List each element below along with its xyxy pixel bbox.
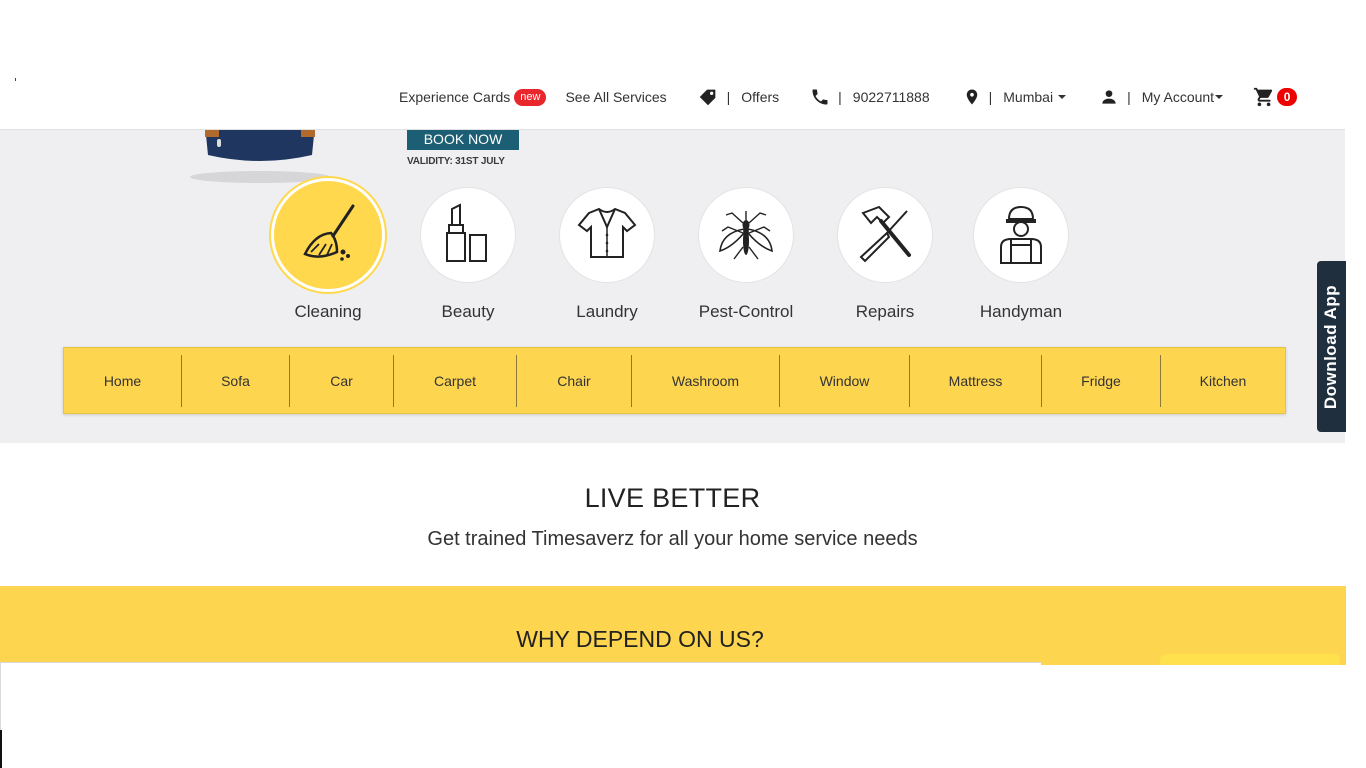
subcategory-chair[interactable]: Chair [517,354,632,407]
validity-text: VALIDITY: 31ST JULY [407,156,505,167]
subcategory-washroom[interactable]: Washroom [632,354,780,407]
service-label: Cleaning [294,302,362,321]
separator: | [726,89,731,105]
section-subtitle: Get trained Timesaverz for all your home… [427,528,918,550]
subcategory-mattress[interactable]: Mattress [910,354,1042,407]
subcategory-sofa[interactable]: Sofa [182,354,290,407]
section-title: LIVE BETTER [584,483,761,513]
location-pin-icon [966,89,977,105]
account-label: My Account [1141,89,1215,105]
subcategory-fridge[interactable]: Fridge [1042,354,1161,407]
separator: | [838,89,842,105]
service-cleaning[interactable]: Cleaning [258,178,398,322]
subcategory-home[interactable]: Home [64,354,182,407]
service-label: Repairs [855,302,915,321]
service-repairs[interactable]: Repairs [815,178,955,322]
cleaning-bucket-image [190,125,330,183]
service-label: Pest-Control [698,302,794,321]
hammer-screwdriver-icon [837,187,933,283]
edge-mark [0,730,2,768]
subcategory-window[interactable]: Window [780,354,910,407]
user-icon [1102,90,1116,104]
phone-number: 9022711888 [852,89,930,105]
service-label: Handyman [979,302,1063,321]
city-label: Mumbai [1003,89,1054,105]
phone-link[interactable]: | 9022711888 [810,87,930,107]
service-label: Laundry [576,302,638,321]
download-app-label: Download App [1321,284,1341,409]
service-label: Beauty [441,302,495,321]
new-badge: new [514,88,547,106]
live-better-section: LIVE BETTER Get trained Timesaverz for a… [0,443,1345,551]
service-beauty[interactable]: Beauty [398,178,538,322]
separator: | [1127,89,1131,105]
broom-icon [271,178,385,292]
subcategory-kitchen[interactable]: Kitchen [1161,355,1285,407]
see-all-services-label: See All Services [565,89,667,105]
bottom-blank-area [1041,665,1366,768]
phone-icon [812,89,828,105]
logo-placeholder [15,78,16,81]
cart-icon [1253,87,1273,107]
chevron-down-icon [1215,95,1224,99]
cart-button[interactable]: 0 [1253,86,1298,108]
city-selector[interactable]: | Mumbai [963,87,1067,107]
account-menu[interactable]: | My Account [1099,87,1224,107]
bottom-popup-panel [0,662,1041,768]
mosquito-icon [698,187,794,283]
cleaning-subcategory-bar: Home Sofa Car Carpet Chair Washroom Wind… [63,347,1286,414]
shirt-icon [559,187,655,283]
service-handyman[interactable]: Handyman [951,178,1091,322]
site-header: Experience Cards new See All Services | … [0,0,1345,130]
experience-cards-label: Experience Cards [399,89,511,105]
see-all-services-link[interactable]: See All Services [565,89,666,105]
chevron-down-icon [1058,95,1067,99]
subcategory-car[interactable]: Car [290,354,394,407]
worker-icon [973,187,1069,283]
page: Experience Cards new See All Services | … [0,0,1366,768]
offers-link[interactable]: | Offers [697,86,780,108]
service-pest-control[interactable]: Pest-Control [676,178,816,322]
offers-label: Offers [741,89,780,105]
download-app-tab[interactable]: Download App [1317,261,1346,432]
hero-section: BOOK NOW VALIDITY: 31ST JULY Cleaning Be… [0,125,1345,443]
separator: | [988,89,993,105]
experience-cards-link[interactable]: Experience Cards new [399,88,547,106]
tag-icon [699,89,715,106]
top-nav: Experience Cards new See All Services | … [399,86,1298,108]
cart-count-badge: 0 [1277,88,1298,106]
section-title: WHY DEPEND ON US? [516,626,764,652]
service-laundry[interactable]: Laundry [537,178,677,322]
subcategory-carpet[interactable]: Carpet [394,354,517,407]
lipstick-icon [420,187,516,283]
